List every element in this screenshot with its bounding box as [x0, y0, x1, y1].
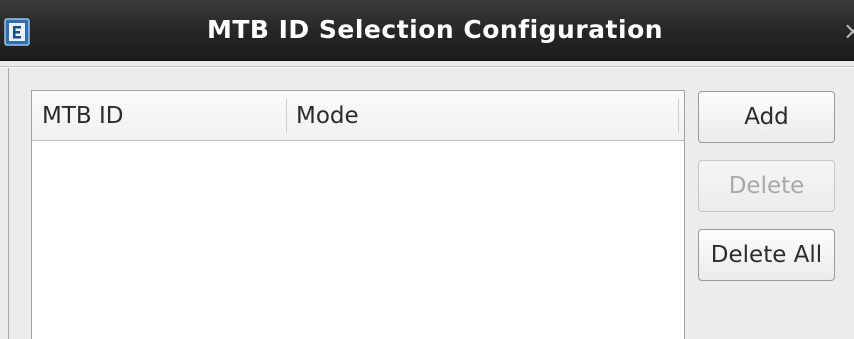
mtb-id-table[interactable]: MTB ID Mode	[31, 90, 685, 339]
add-button[interactable]: Add	[698, 91, 835, 143]
delete-all-button[interactable]: Delete All	[698, 229, 835, 281]
title-bar[interactable]: MTB ID Selection Configuration ×	[0, 0, 854, 61]
column-divider-end	[678, 99, 679, 133]
dialog-window: MTB ID Selection Configuration × MTB ID …	[0, 0, 854, 339]
close-icon[interactable]: ×	[843, 0, 854, 60]
table-header: MTB ID Mode	[32, 91, 684, 141]
column-header-mode[interactable]: Mode	[296, 91, 359, 141]
separator-highlight	[0, 67, 854, 68]
window-title: MTB ID Selection Configuration	[206, 15, 664, 44]
panel-left-edge	[8, 68, 9, 339]
column-header-mtb-id[interactable]: MTB ID	[42, 91, 123, 141]
column-divider[interactable]	[286, 99, 287, 133]
delete-button[interactable]: Delete	[698, 160, 835, 212]
